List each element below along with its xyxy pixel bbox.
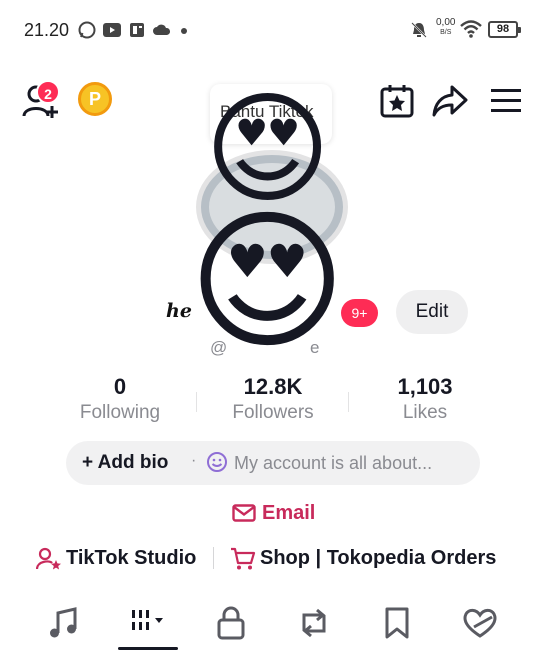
net-speed-unit: B/S bbox=[440, 29, 452, 36]
youtube-icon bbox=[103, 23, 121, 37]
coin-icon[interactable]: P bbox=[78, 82, 112, 116]
cloud-icon bbox=[153, 24, 171, 35]
stat-likes[interactable]: 1,103 Likes bbox=[350, 374, 500, 424]
tiktok-studio-label: TikTok Studio bbox=[66, 547, 197, 569]
tab-bookmark-icon[interactable] bbox=[377, 603, 417, 643]
whatsapp-icon bbox=[78, 21, 96, 39]
notification-badge[interactable]: 9+ bbox=[341, 299, 378, 327]
stat-divider bbox=[196, 392, 197, 412]
stat-value: 12.8K bbox=[243, 374, 303, 399]
stat-value: 0 bbox=[113, 374, 127, 399]
wifi-icon bbox=[460, 20, 482, 38]
stat-label: Likes bbox=[402, 402, 448, 423]
net-speed: 0,00 B/S bbox=[436, 18, 455, 38]
tab-private-lock-icon[interactable] bbox=[211, 603, 251, 643]
shop-orders-label: Shop | Tokopedia Orders bbox=[260, 547, 497, 569]
status-time: 21.20 bbox=[24, 20, 70, 40]
tiktok-studio-link[interactable]: TikTok Studio bbox=[36, 545, 211, 573]
share-icon[interactable] bbox=[432, 84, 468, 118]
tab-videos-grid-icon[interactable] bbox=[128, 603, 168, 643]
stat-label: Followers bbox=[232, 402, 314, 423]
link-divider bbox=[213, 547, 214, 569]
heart-eyes-emoji-top: 😍 bbox=[204, 81, 332, 217]
status-bar: 21.20 0,00 B/S 98 bbox=[0, 0, 546, 62]
notification-dot-icon bbox=[181, 28, 187, 34]
edit-profile-button[interactable]: Edit bbox=[396, 290, 468, 334]
bio-separator: · bbox=[191, 452, 197, 469]
battery-indicator: 98 bbox=[488, 21, 521, 38]
stat-followers[interactable]: 12.8K Followers bbox=[198, 374, 348, 424]
content-tab-bar bbox=[0, 595, 546, 656]
add-bio-bar[interactable]: + Add bio · My account is all about... bbox=[66, 441, 480, 485]
news-icon bbox=[130, 23, 144, 37]
heart-eyes-emoji-bottom: 😍 bbox=[188, 197, 347, 367]
bio-placeholder: My account is all about... bbox=[234, 453, 433, 473]
stat-value: 1,103 bbox=[397, 374, 453, 399]
stat-label: Following bbox=[79, 402, 161, 423]
person-star-icon bbox=[36, 547, 61, 570]
envelope-icon bbox=[232, 504, 256, 522]
smiley-icon bbox=[207, 452, 227, 472]
net-speed-value: 0,00 bbox=[436, 17, 456, 28]
email-label: Email bbox=[262, 502, 316, 524]
tab-music-icon[interactable] bbox=[45, 603, 85, 643]
friends-badge: 2 bbox=[36, 80, 60, 104]
shop-orders-link[interactable]: Shop | Tokopedia Orders bbox=[230, 545, 512, 573]
stat-following[interactable]: 0 Following bbox=[45, 374, 195, 424]
stat-divider bbox=[348, 392, 349, 412]
calendar-star-icon[interactable] bbox=[380, 84, 414, 118]
menu-icon[interactable] bbox=[490, 88, 522, 114]
shopping-cart-icon bbox=[231, 547, 256, 570]
bell-muted-icon bbox=[411, 22, 427, 38]
add-bio-label: + Add bio bbox=[82, 452, 169, 473]
tab-repost-icon[interactable] bbox=[294, 603, 334, 643]
tab-liked-hidden-icon[interactable] bbox=[460, 603, 500, 643]
active-tab-indicator bbox=[118, 647, 178, 650]
